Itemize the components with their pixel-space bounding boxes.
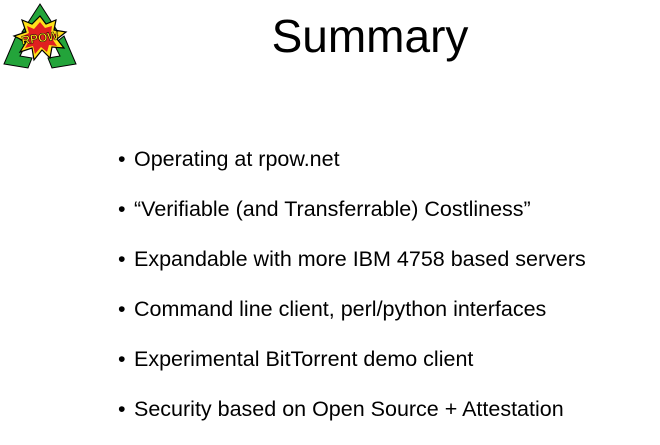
bullet-text: Security based on Open Source + Attestat… — [134, 397, 564, 421]
slide: RPOW Summary • Operating at rpow.net • “… — [0, 0, 660, 445]
bullet-item: • Security based on Open Source + Attest… — [118, 393, 658, 443]
bullet-dot-icon: • — [118, 147, 126, 171]
rpow-recycle-logo-icon: RPOW — [3, 3, 77, 69]
bullet-dot-icon: • — [118, 347, 126, 371]
bullet-text: “Verifiable (and Transferrable) Costline… — [134, 197, 531, 221]
bullet-text: Expandable with more IBM 4758 based serv… — [134, 247, 586, 271]
bullet-item: • Command line client, perl/python inter… — [118, 293, 658, 343]
bullet-item: • Expandable with more IBM 4758 based se… — [118, 243, 658, 293]
bullet-text: Experimental BitTorrent demo client — [134, 347, 474, 371]
bullet-dot-icon: • — [118, 297, 126, 321]
bullet-list: • Operating at rpow.net • “Verifiable (a… — [118, 143, 658, 443]
bullet-dot-icon: • — [118, 397, 126, 421]
bullet-dot-icon: • — [118, 247, 126, 271]
bullet-item: • Experimental BitTorrent demo client — [118, 343, 658, 393]
slide-title: Summary — [271, 10, 469, 62]
bullet-item: • “Verifiable (and Transferrable) Costli… — [118, 193, 658, 243]
bullet-text: Operating at rpow.net — [134, 147, 340, 171]
bullet-dot-icon: • — [118, 197, 126, 221]
bullet-item: • Operating at rpow.net — [118, 143, 658, 193]
bullet-text: Command line client, perl/python interfa… — [134, 297, 547, 321]
